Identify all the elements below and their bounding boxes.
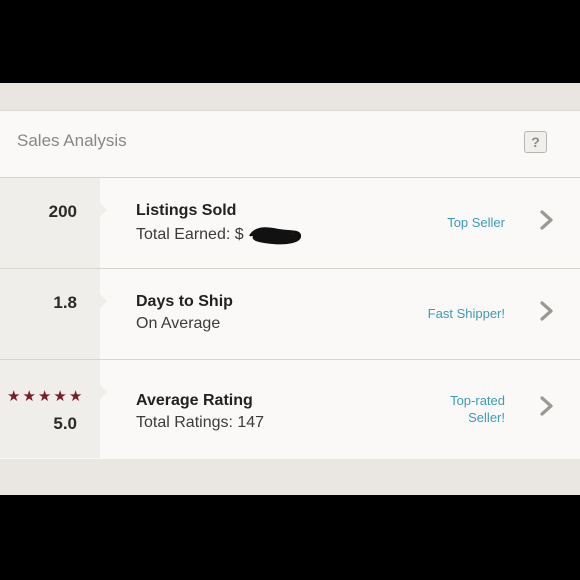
on-average-label: On Average	[136, 315, 221, 332]
listings-sold-value: 200	[48, 202, 77, 221]
scribble-redaction	[248, 227, 301, 245]
top-rated-seller-badge[interactable]: Top-rated Seller!	[435, 392, 505, 426]
star-icon: ★	[22, 388, 36, 405]
star-icon: ★	[7, 388, 21, 405]
chevron-right-icon[interactable]	[538, 395, 556, 417]
average-rating-value: 5.0	[53, 414, 77, 433]
question-mark-icon: ?	[531, 134, 540, 150]
days-to-ship-label: Days to Ship	[136, 293, 233, 310]
metric-cell: 200	[0, 178, 107, 268]
fast-shipper-badge[interactable]: Fast Shipper!	[428, 305, 505, 322]
app-screen: Sales Analysis ? 200 Listings Sold Total…	[0, 83, 580, 495]
chevron-right-icon[interactable]	[538, 300, 556, 322]
row-average-rating[interactable]: ★ ★ ★ ★ ★ 5.0 Average Rating Total Ratin…	[0, 360, 580, 458]
total-ratings-label: Total Ratings: 147	[136, 414, 265, 431]
chevron-right-icon[interactable]	[538, 209, 556, 231]
listings-sold-label: Listings Sold	[136, 202, 237, 219]
total-earned-label: Total Earned: $	[136, 224, 302, 246]
background-texture-top	[0, 83, 580, 110]
star-icon: ★	[68, 388, 83, 405]
section-title: Sales Analysis	[17, 131, 127, 150]
days-to-ship-value: 1.8	[53, 293, 77, 312]
star-icon: ★	[53, 388, 67, 405]
card-header: Sales Analysis ?	[0, 111, 580, 178]
sales-analysis-card: Sales Analysis ? 200 Listings Sold Total…	[0, 110, 580, 461]
top-seller-badge[interactable]: Top Seller	[447, 214, 505, 231]
metric-cell: ★ ★ ★ ★ ★ 5.0	[0, 360, 107, 458]
background-texture-bottom	[0, 459, 580, 495]
row-days-to-ship[interactable]: 1.8 Days to Ship On Average Fast Shipper…	[0, 269, 580, 360]
total-earned-text: Total Earned: $	[136, 226, 244, 244]
metric-cell: 1.8	[0, 269, 107, 359]
rating-stars: ★ ★ ★ ★ ★	[7, 389, 82, 404]
star-icon: ★	[37, 388, 52, 405]
help-button[interactable]: ?	[524, 131, 547, 153]
badge-line-1: Top-rated	[450, 393, 505, 408]
average-rating-label: Average Rating	[136, 392, 253, 409]
badge-line-2: Seller!	[468, 410, 505, 425]
row-listings-sold[interactable]: 200 Listings Sold Total Earned: $ Top Se…	[0, 178, 580, 269]
